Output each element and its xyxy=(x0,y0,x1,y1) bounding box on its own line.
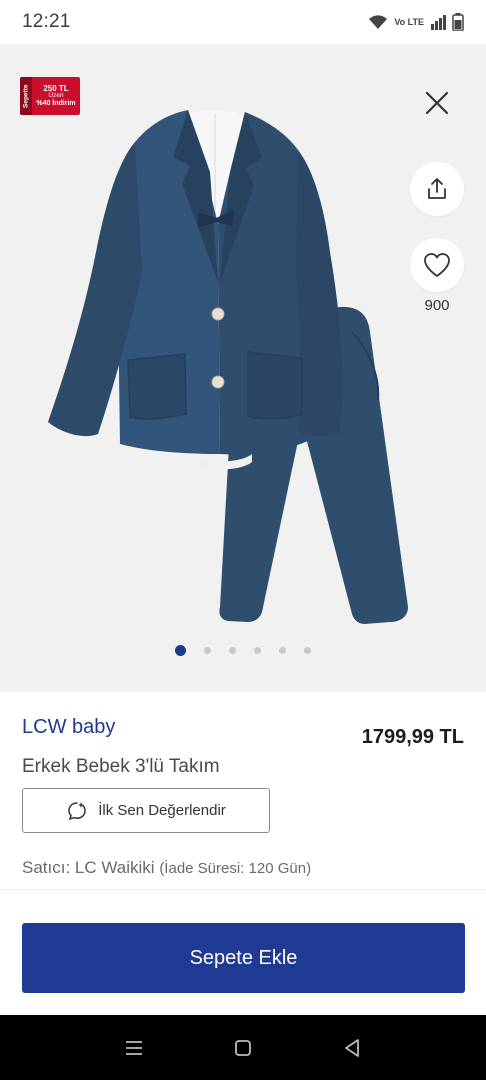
product-title: Erkek Bebek 3'lü Takım xyxy=(22,756,220,777)
badge-line2: Üzeri xyxy=(48,92,64,100)
volte-label: Vo LTE xyxy=(394,17,424,27)
brand-link[interactable]: LCW baby xyxy=(22,716,115,739)
home-button[interactable] xyxy=(223,1028,263,1068)
pagination-dot[interactable] xyxy=(229,647,236,654)
share-icon xyxy=(428,178,446,199)
add-to-cart-label: Sepete Ekle xyxy=(189,946,298,969)
divider xyxy=(0,889,486,890)
seller-name: Satıcı: LC Waikiki xyxy=(22,858,155,877)
close-icon xyxy=(425,91,449,115)
pagination-dot[interactable] xyxy=(175,645,186,656)
pagination-dot[interactable] xyxy=(204,647,211,654)
signal-icon xyxy=(431,15,446,30)
back-button[interactable] xyxy=(332,1028,372,1068)
seller-info: Satıcı: LC Waikiki (İade Süresi: 120 Gün… xyxy=(22,858,311,878)
back-icon xyxy=(344,1038,359,1057)
write-review-button[interactable]: İlk Sen Değerlendir xyxy=(22,788,270,833)
gallery-pagination xyxy=(0,645,486,656)
battery-icon xyxy=(452,13,464,31)
home-icon xyxy=(235,1039,251,1056)
status-time: 12:21 xyxy=(22,11,71,32)
write-review-label: İlk Sen Değerlendir xyxy=(98,802,226,819)
product-price: 1799,99 TL xyxy=(361,726,464,748)
product-image xyxy=(48,109,408,624)
heart-icon xyxy=(424,253,450,277)
wifi-icon xyxy=(369,15,388,29)
pagination-dot[interactable] xyxy=(254,647,261,654)
pagination-dot[interactable] xyxy=(279,647,286,654)
recent-apps-button[interactable] xyxy=(114,1028,154,1068)
review-icon xyxy=(68,801,86,820)
menu-icon xyxy=(126,1040,143,1055)
close-button[interactable] xyxy=(420,86,454,120)
status-bar: 12:21 Vo LTE xyxy=(0,0,486,44)
return-period: (İade Süresi: 120 Gün) xyxy=(159,860,312,877)
pagination-dot[interactable] xyxy=(304,647,311,654)
status-icons: Vo LTE xyxy=(368,13,464,31)
add-to-cart-button[interactable]: Sepete Ekle xyxy=(22,923,465,993)
system-nav-bar xyxy=(0,1015,486,1080)
product-image-gallery[interactable]: Sepette 250 TL Üzeri %40 İndirim 900 xyxy=(0,44,486,692)
badge-side-text: Sepette xyxy=(20,77,32,115)
